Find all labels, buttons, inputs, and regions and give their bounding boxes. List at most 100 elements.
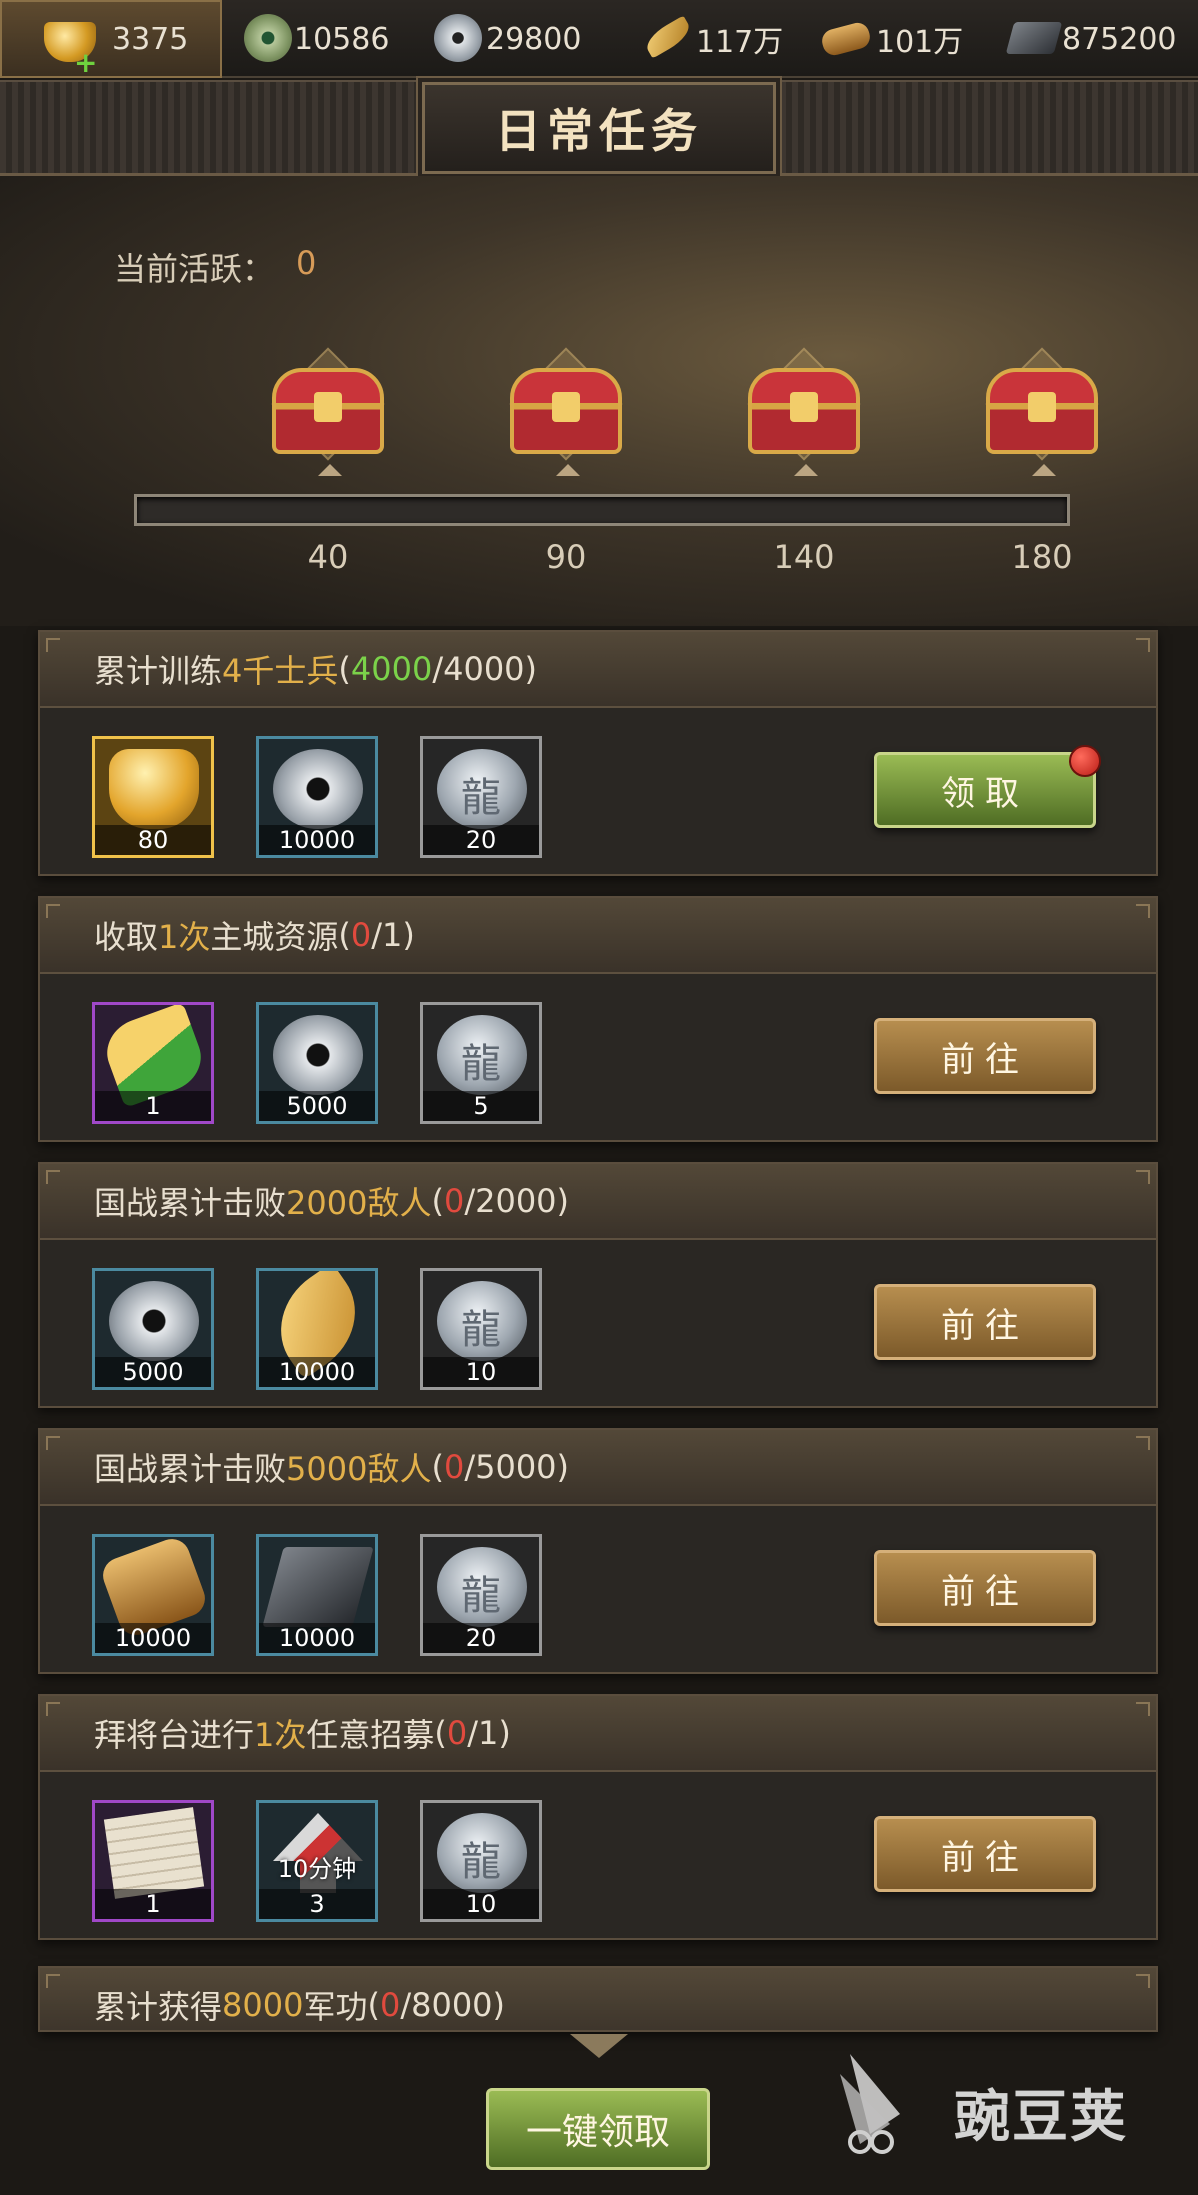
chest-milestone-2[interactable] — [506, 347, 626, 476]
goto-button[interactable]: 前往 — [874, 1550, 1096, 1626]
resource-value: 101万 — [876, 25, 964, 60]
scroll-icon — [103, 1807, 205, 1899]
reward-item[interactable]: 10分钟 3 — [256, 1800, 378, 1922]
card-corner — [1136, 638, 1150, 652]
task-title-highlight: 1次 — [158, 918, 211, 956]
card-corner — [46, 1702, 60, 1716]
gold-ingot-icon — [109, 749, 199, 829]
task-progress-current: 0 — [443, 1182, 465, 1220]
reward-item[interactable]: 20 — [420, 736, 542, 858]
lock-icon — [1028, 392, 1056, 422]
task-title-highlight: 8000 — [222, 1986, 304, 2024]
marker-arrow-icon — [794, 464, 818, 476]
card-corner — [1136, 904, 1150, 918]
card-corner — [1136, 1702, 1150, 1716]
task-progress-current: 0 — [379, 1986, 401, 2024]
card-corner — [46, 638, 60, 652]
dragon-coin-icon — [437, 1547, 527, 1627]
task-progress-separator: / — [432, 650, 444, 688]
task-progress-goal: 5000 — [475, 1448, 557, 1486]
reward-item[interactable]: 10000 — [256, 1534, 378, 1656]
iron-bar-icon — [1005, 22, 1063, 54]
reward-quantity: 10000 — [259, 1623, 375, 1653]
resource-wood: 101万 — [810, 0, 994, 78]
task-card: 收取1次主城资源(0/1)150005前往 — [38, 896, 1158, 1142]
reward-item[interactable]: 10000 — [92, 1534, 214, 1656]
silver-coin-icon — [273, 749, 363, 829]
resource-jade: 10586 — [222, 0, 418, 78]
task-title-highlight: 4千士兵 — [222, 652, 339, 690]
claim-button[interactable]: 领取 — [874, 745, 1101, 828]
marker-arrow-icon — [556, 464, 580, 476]
reward-item[interactable]: 80 — [92, 736, 214, 858]
card-corner — [46, 1974, 60, 1988]
task-progress-open: ( — [367, 1986, 380, 2024]
silver-coin-icon — [434, 14, 482, 62]
iron-bar-icon — [262, 1547, 374, 1627]
resource-iron: 875200 — [994, 0, 1198, 78]
task-progress-separator: / — [464, 1182, 476, 1220]
task-title-text: 国战累计击败 — [94, 1450, 287, 1488]
watermark: 豌豆荚 — [822, 2030, 1192, 2180]
reward-quantity: 5000 — [95, 1357, 211, 1387]
chest-milestone-1[interactable] — [268, 347, 388, 476]
reward-item[interactable]: 1 — [92, 1002, 214, 1124]
reward-item[interactable]: 5000 — [92, 1268, 214, 1390]
silver-coin-icon — [273, 1015, 363, 1095]
jade-coin-icon — [244, 14, 292, 62]
reward-quantity: 80 — [95, 825, 211, 855]
reward-quantity: 5000 — [259, 1091, 375, 1121]
button-label: 领取 — [941, 773, 1029, 814]
task-card: 累计获得 8000 军功(0/8000) — [38, 1966, 1158, 2032]
reward-item[interactable]: 1 — [92, 1800, 214, 1922]
reward-quantity: 20 — [423, 1623, 539, 1653]
task-title-text: 收取 — [94, 918, 159, 956]
reward-item[interactable]: 10000 — [256, 1268, 378, 1390]
chest-milestone-3[interactable] — [744, 347, 864, 476]
task-progress-current: 4000 — [350, 650, 433, 688]
resource-silver: 29800 — [418, 0, 622, 78]
plus-icon[interactable]: + — [74, 46, 97, 79]
task-progress-close: ) — [556, 1182, 570, 1220]
task-progress-separator: / — [467, 1714, 479, 1752]
scroll-down-chevron-icon[interactable] — [570, 2034, 628, 2060]
task-title-text: 国战累计击败 — [94, 1184, 287, 1222]
task-title-text: 拜将台进行 — [94, 1716, 255, 1754]
resource-value: 10586 — [294, 21, 390, 57]
task-title: 累计获得 8000 军功(0/8000) — [40, 1968, 1156, 2030]
resource-feather: 117万 — [622, 0, 810, 78]
task-progress-current: 0 — [443, 1448, 465, 1486]
task-title-text: 累计获得 — [94, 1988, 223, 2026]
reward-quantity: 20 — [423, 825, 539, 855]
task-title-highlight: 1次 — [254, 1716, 307, 1754]
reward-item[interactable]: 5000 — [256, 1002, 378, 1124]
goto-button[interactable]: 前往 — [874, 1284, 1096, 1360]
reward-quantity: 1 — [95, 1889, 211, 1919]
reward-quantity: 10 — [423, 1889, 539, 1919]
task-progress-current: 0 — [446, 1714, 468, 1752]
resource-gold[interactable]: + 3375 — [0, 0, 222, 79]
task-progress-close: ) — [524, 650, 538, 688]
reward-item[interactable]: 5 — [420, 1002, 542, 1124]
chest-milestone-4[interactable] — [982, 347, 1102, 476]
task-progress-goal: 1 — [478, 1714, 499, 1752]
task-progress-goal: 2000 — [475, 1182, 557, 1220]
task-progress-separator: / — [400, 1986, 412, 2024]
task-card: 国战累计击败2000敌人(0/2000) 5000 10000 10 前往 — [38, 1162, 1158, 1408]
task-title-text: 任意招募 — [306, 1716, 435, 1754]
reward-item[interactable]: 10 — [420, 1268, 542, 1390]
task-progress-open: ( — [434, 1714, 447, 1752]
dragon-coin-icon — [437, 1813, 527, 1893]
goto-button[interactable]: 前往 — [874, 1816, 1096, 1892]
task-progress-separator: / — [464, 1448, 476, 1486]
reward-item[interactable]: 10000 — [256, 736, 378, 858]
task-card: 累计训练4千士兵(4000/4000) 80 10000 20 领取 — [38, 630, 1158, 876]
reward-item[interactable]: 20 — [420, 1534, 542, 1656]
card-corner — [1136, 1170, 1150, 1184]
claim-all-button[interactable]: 一键领取 — [486, 2088, 710, 2170]
reward-quantity: 10000 — [259, 825, 375, 855]
goto-button[interactable]: 前往 — [874, 1018, 1096, 1094]
task-progress-open: ( — [338, 650, 351, 688]
dragon-coin-icon — [437, 1015, 527, 1095]
reward-item[interactable]: 10 — [420, 1800, 542, 1922]
